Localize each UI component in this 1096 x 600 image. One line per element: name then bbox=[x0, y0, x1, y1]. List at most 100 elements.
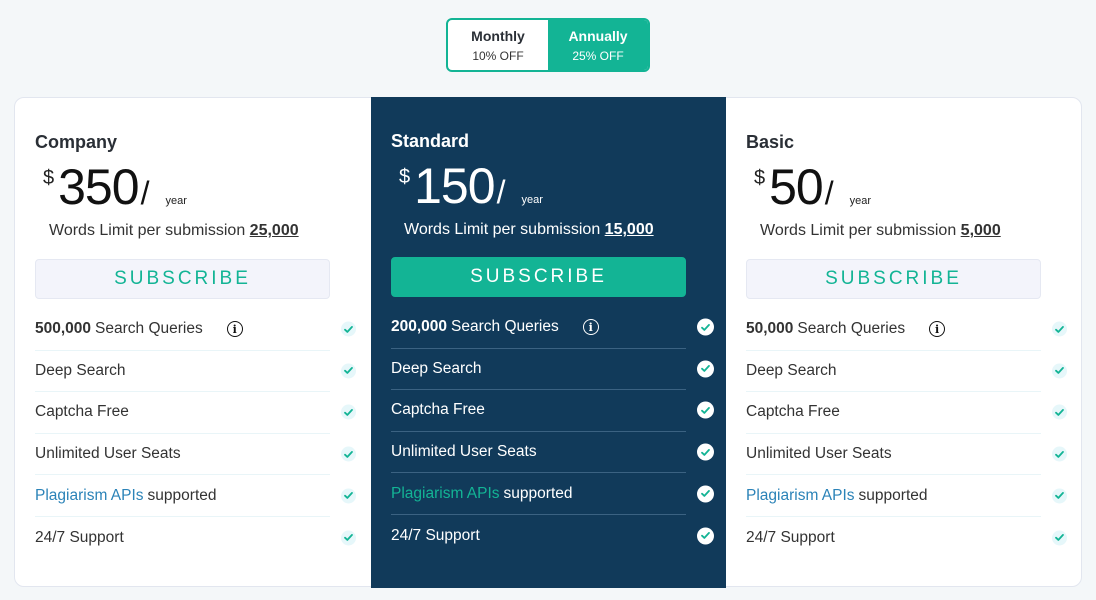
info-icon[interactable]: i bbox=[929, 321, 946, 338]
feature-label: Unlimited User Seats bbox=[746, 445, 892, 463]
toggle-monthly-label: Monthly bbox=[471, 27, 525, 44]
price-amount: 150 bbox=[414, 158, 495, 214]
pricing-plans: Company $ 350 / year Words Limit per sub… bbox=[14, 97, 1082, 588]
words-limit: Words Limit per submission 5,000 bbox=[760, 222, 1001, 240]
price-currency: $ bbox=[43, 167, 55, 189]
check-icon bbox=[697, 318, 714, 336]
check-icon bbox=[341, 488, 356, 504]
price-period: year bbox=[849, 195, 872, 207]
words-limit-value: 25,000 bbox=[249, 222, 299, 239]
plan-price: $ 150 / year bbox=[399, 157, 543, 215]
feature-captcha-free: Captcha Free bbox=[746, 392, 1067, 434]
feature-captcha-free: Captcha Free bbox=[391, 390, 714, 432]
toggle-monthly[interactable]: Monthly 10% OFF bbox=[448, 20, 548, 70]
info-icon[interactable]: i bbox=[582, 319, 599, 336]
check-icon bbox=[1052, 404, 1067, 420]
check-icon bbox=[697, 360, 714, 378]
queries-label: Search Queries bbox=[797, 320, 906, 338]
feature-deep-search: Deep Search bbox=[35, 351, 356, 393]
feature-list: 500,000 Search Queries i Deep Search Cap… bbox=[35, 309, 356, 559]
plan-name: Basic bbox=[746, 132, 795, 152]
check-icon bbox=[341, 321, 356, 337]
toggle-annually-discount: 25% OFF bbox=[572, 48, 624, 63]
words-limit-label: Words Limit per submission bbox=[760, 222, 957, 239]
subscribe-button[interactable]: SUBSCRIBE bbox=[391, 257, 686, 297]
feature-deep-search: Deep Search bbox=[391, 349, 714, 391]
plan-card-basic: Basic $ 50 / year Words Limit per submis… bbox=[726, 98, 1082, 588]
feature-list: 50,000 Search Queries i Deep Search Capt… bbox=[746, 309, 1067, 559]
plagiarism-apis-link[interactable]: Plagiarism APIs bbox=[746, 487, 855, 505]
plagiarism-apis-link[interactable]: Plagiarism APIs bbox=[35, 487, 144, 505]
check-icon bbox=[1052, 530, 1067, 546]
feature-plagiarism-apis: Plagiarism APIs supported bbox=[746, 475, 1067, 517]
words-limit: Words Limit per submission 25,000 bbox=[49, 222, 299, 240]
feature-search-queries: 500,000 Search Queries i bbox=[35, 309, 356, 351]
words-limit-value: 5,000 bbox=[960, 222, 1001, 239]
subscribe-button[interactable]: SUBSCRIBE bbox=[746, 259, 1041, 299]
feature-list: 200,000 Search Queries i Deep Search Cap… bbox=[391, 307, 714, 557]
feature-search-queries: 200,000 Search Queries i bbox=[391, 307, 714, 349]
feature-label: Unlimited User Seats bbox=[35, 445, 181, 463]
plagiarism-apis-link[interactable]: Plagiarism APIs bbox=[391, 485, 500, 503]
words-limit-label: Words Limit per submission bbox=[49, 222, 246, 239]
price-slash: / bbox=[140, 175, 150, 211]
queries-count: 500,000 bbox=[35, 320, 92, 338]
check-icon bbox=[697, 485, 714, 503]
check-icon bbox=[697, 401, 714, 419]
words-limit-label: Words Limit per submission bbox=[404, 221, 601, 238]
queries-label: Search Queries bbox=[95, 320, 203, 338]
check-icon bbox=[697, 443, 714, 461]
feature-plagiarism-apis: Plagiarism APIs supported bbox=[391, 473, 714, 515]
feature-label: Deep Search bbox=[746, 361, 837, 379]
feature-label: supported bbox=[147, 486, 217, 504]
feature-label: supported bbox=[858, 486, 928, 504]
feature-label: 24/7 Support bbox=[35, 528, 124, 546]
feature-search-queries: 50,000 Search Queries i bbox=[746, 309, 1067, 351]
price-slash: / bbox=[496, 174, 506, 210]
feature-label: Deep Search bbox=[35, 361, 126, 379]
price-currency: $ bbox=[399, 166, 411, 188]
feature-plagiarism-apis: Plagiarism APIs supported bbox=[35, 475, 356, 517]
feature-label: Captcha Free bbox=[746, 403, 840, 421]
check-icon bbox=[341, 446, 356, 462]
feature-support: 24/7 Support bbox=[35, 517, 356, 559]
plan-card-company: Company $ 350 / year Words Limit per sub… bbox=[15, 98, 371, 588]
queries-count: 50,000 bbox=[746, 320, 794, 338]
plan-card-standard: Standard $ 150 / year Words Limit per su… bbox=[371, 97, 726, 588]
check-icon bbox=[1052, 488, 1067, 504]
billing-period-toggle: Monthly 10% OFF Annually 25% OFF bbox=[446, 18, 650, 72]
plan-price: $ 350 / year bbox=[43, 158, 187, 216]
toggle-annually[interactable]: Annually 25% OFF bbox=[548, 20, 648, 70]
feature-label: Captcha Free bbox=[35, 403, 129, 421]
check-icon bbox=[1052, 363, 1067, 379]
plan-name: Standard bbox=[391, 131, 470, 151]
subscribe-button[interactable]: SUBSCRIBE bbox=[35, 259, 330, 299]
check-icon bbox=[1052, 446, 1067, 462]
feature-label: supported bbox=[503, 484, 573, 502]
feature-label: Unlimited User Seats bbox=[391, 443, 537, 461]
check-icon bbox=[697, 527, 714, 545]
feature-label: 24/7 Support bbox=[746, 528, 835, 546]
toggle-annually-label: Annually bbox=[568, 27, 628, 44]
plan-name: Company bbox=[35, 132, 118, 152]
feature-support: 24/7 Support bbox=[391, 515, 714, 557]
feature-captcha-free: Captcha Free bbox=[35, 392, 356, 434]
feature-label: Captcha Free bbox=[391, 401, 485, 419]
feature-user-seats: Unlimited User Seats bbox=[391, 432, 714, 474]
check-icon bbox=[341, 363, 356, 379]
feature-support: 24/7 Support bbox=[746, 517, 1067, 559]
check-icon bbox=[341, 530, 356, 546]
price-period: year bbox=[521, 194, 543, 206]
check-icon bbox=[341, 404, 356, 420]
plan-price: $ 50 / year bbox=[754, 158, 871, 216]
price-slash: / bbox=[824, 175, 834, 211]
feature-label: 24/7 Support bbox=[391, 526, 480, 544]
info-icon[interactable]: i bbox=[226, 321, 243, 338]
feature-label: Deep Search bbox=[391, 359, 482, 377]
price-amount: 50 bbox=[769, 159, 824, 215]
queries-label: Search Queries bbox=[451, 318, 559, 336]
feature-user-seats: Unlimited User Seats bbox=[35, 434, 356, 476]
price-period: year bbox=[165, 195, 187, 207]
queries-count: 200,000 bbox=[391, 318, 448, 336]
feature-user-seats: Unlimited User Seats bbox=[746, 434, 1067, 476]
